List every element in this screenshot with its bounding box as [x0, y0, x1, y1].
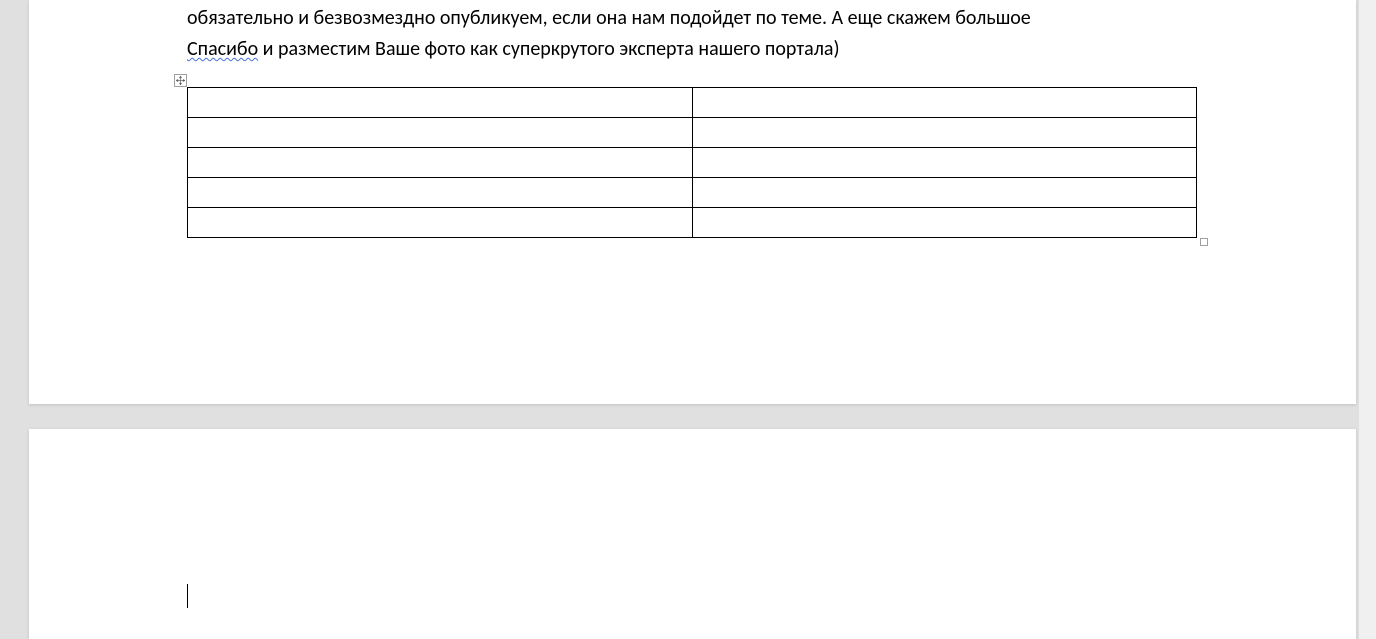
- table-resize-handle[interactable]: [1200, 238, 1208, 246]
- document-table-container: [187, 87, 1198, 238]
- table-cell[interactable]: [692, 148, 1197, 178]
- table-cell[interactable]: [692, 118, 1197, 148]
- table-row[interactable]: [188, 88, 1197, 118]
- table-row[interactable]: [188, 178, 1197, 208]
- table-row[interactable]: [188, 118, 1197, 148]
- spellcheck-word[interactable]: Спасибо: [187, 37, 258, 61]
- table-cell[interactable]: [188, 118, 693, 148]
- table-cell[interactable]: [692, 208, 1197, 238]
- document-page-2[interactable]: [29, 429, 1356, 639]
- paragraph-line-1: обязательно и безвозмездно опубликуем, е…: [187, 6, 1031, 30]
- document-table[interactable]: [187, 87, 1197, 238]
- document-page-1[interactable]: обязательно и безвозмездно опубликуем, е…: [29, 0, 1356, 404]
- paragraph-text[interactable]: обязательно и безвозмездно опубликуем, е…: [187, 3, 1198, 65]
- table-cell[interactable]: [188, 178, 693, 208]
- table-cell[interactable]: [692, 88, 1197, 118]
- table-cell[interactable]: [188, 148, 693, 178]
- table-cell[interactable]: [692, 178, 1197, 208]
- table-row[interactable]: [188, 208, 1197, 238]
- paragraph-line-2-rest: и разместим Ваше фото как суперкрутого э…: [258, 37, 839, 61]
- table-move-handle[interactable]: [174, 74, 187, 87]
- text-cursor: [187, 584, 188, 608]
- table-cell[interactable]: [188, 208, 693, 238]
- move-icon: [176, 76, 185, 85]
- vertical-scrollbar[interactable]: [1359, 0, 1376, 639]
- table-row[interactable]: [188, 148, 1197, 178]
- table-cell[interactable]: [188, 88, 693, 118]
